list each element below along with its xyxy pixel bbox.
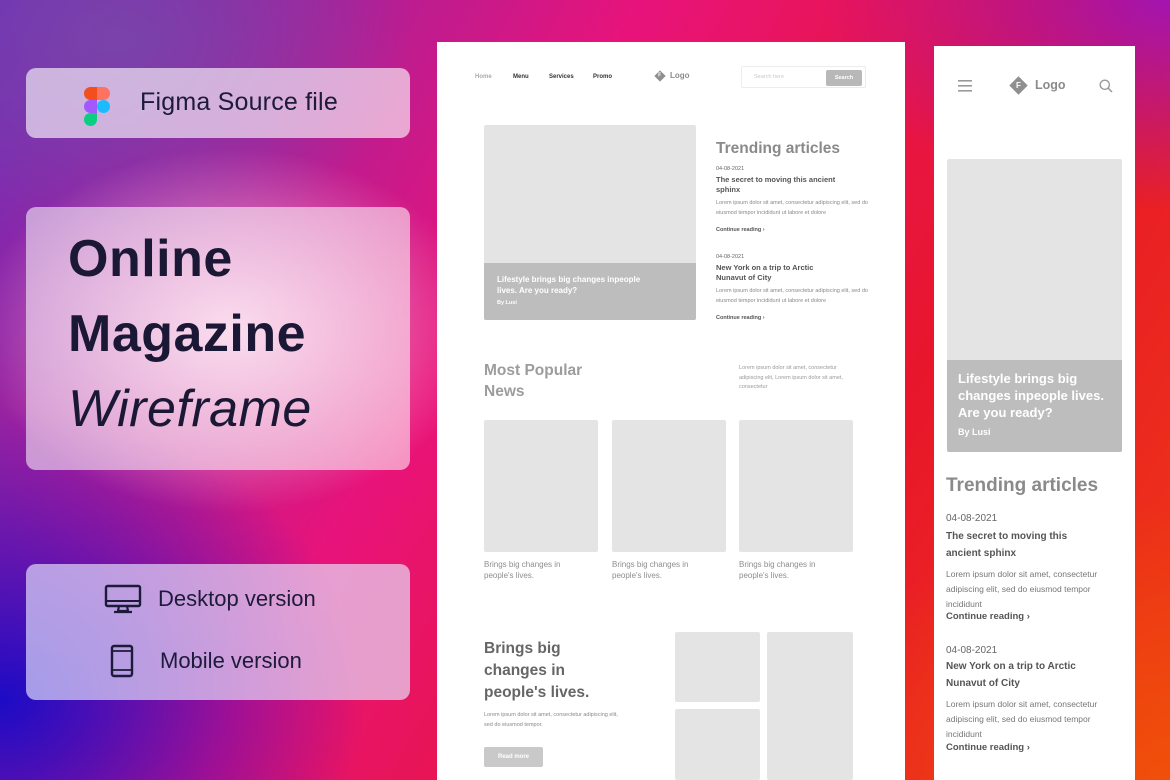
chevron-right-icon: › [1026,742,1030,753]
hero-title: Lifestyle brings big changes inpeople li… [497,275,641,295]
nav-services[interactable]: Services [549,74,574,80]
figma-icon [84,87,110,126]
title-line-wireframe: Wireframe [68,380,312,438]
search-input[interactable]: Search here [754,74,784,80]
mobile-logo[interactable]: F Logo [1009,75,1066,95]
bottom-description: Lorem ipsum dolor sit amet, consectetur … [484,712,618,728]
desktop-icon [104,584,142,614]
trending-title: Trending articles [716,140,841,157]
article-title[interactable]: New York on a trip to Arctic Nunavut of … [716,263,836,283]
read-more-button[interactable]: Read more [484,747,543,767]
bottom-title: Brings big changes in people's lives. [484,640,590,701]
logo-diamond-icon: F [1009,75,1028,95]
continue-reading-link[interactable]: Continue reading › [716,227,765,233]
mobile-icon [110,644,134,678]
search-button[interactable]: Search [826,70,862,86]
hero-image[interactable]: Lifestyle brings big changes inpeople li… [484,125,696,320]
mobile-article-title[interactable]: New York on a trip to Arctic Nunavut of … [946,658,1096,692]
desktop-version-row: Desktop version [104,584,316,614]
continue-reading-link[interactable]: Continue reading › [716,315,765,321]
gallery-image[interactable] [675,709,760,780]
desktop-logo-text: Logo [670,71,690,80]
desktop-version-label: Desktop version [158,586,316,611]
article-date: 04-08-2021 [716,166,745,172]
figma-source-label: Figma Source file [140,88,338,116]
mobile-hero-title: Lifestyle brings big changes inpeople li… [958,371,1104,420]
news-card-image[interactable] [484,420,598,552]
mobile-version-row: Mobile version [104,644,302,678]
mobile-hero-overlay: Lifestyle brings big changes inpeople li… [947,360,1122,452]
mobile-article-title[interactable]: The secret to moving this ancient sphinx [946,528,1086,562]
title-line-online: Online [68,230,233,288]
logo-diamond-icon: F [654,69,666,82]
mobile-article-date: 04-08-2021 [946,645,998,656]
article-excerpt: Lorem ipsum dolor sit amet, consectetur … [716,200,868,216]
mobile-hero-image[interactable]: Lifestyle brings big changes inpeople li… [947,159,1122,452]
mobile-logo-text: Logo [1035,78,1066,92]
title-line-magazine: Magazine [68,305,307,363]
search-icon[interactable] [1099,79,1113,93]
article-excerpt: Lorem ipsum dolor sit amet, consectetur … [716,288,868,304]
gallery-image[interactable] [767,632,853,780]
news-card-caption: Brings big changes in people's lives. [484,560,561,580]
versions-card: Desktop version Mobile version [26,564,410,700]
article-title[interactable]: The secret to moving this ancient sphinx [716,175,836,195]
mobile-article-excerpt: Lorem ipsum dolor sit amet, consectetur … [946,569,1098,609]
popular-description: Lorem ipsum dolor sit amet, consectetur … [739,365,843,390]
news-card-caption: Brings big changes in people's lives. [739,560,816,580]
article-date: 04-08-2021 [716,254,745,260]
popular-title: Most Popular News [484,362,583,400]
nav-promo[interactable]: Promo [593,74,612,80]
mobile-continue-reading-link[interactable]: Continue reading › [946,742,1030,753]
news-card-image[interactable] [739,420,853,552]
mobile-wireframe: F Logo Lifestyle brings big changes inpe… [934,46,1135,780]
desktop-wireframe: Home Menu Services Promo F Logo Search h… [437,42,905,780]
chevron-right-icon: › [1026,611,1030,622]
chevron-right-icon: › [762,315,765,321]
nav-home[interactable]: Home [475,74,492,80]
nav-menu[interactable]: Menu [513,74,529,80]
mobile-version-label: Mobile version [160,648,302,673]
hero-byline: By Lusi [497,300,517,306]
hero-overlay: Lifestyle brings big changes inpeople li… [484,263,696,320]
gallery-image[interactable] [675,632,760,702]
mobile-article-date: 04-08-2021 [946,513,998,524]
mobile-hero-byline: By Lusi [958,427,991,437]
desktop-logo[interactable]: F Logo [654,69,690,82]
desktop-search: Search here Search [741,66,866,88]
title-card: Online Magazine Wireframe [26,207,410,470]
mobile-continue-reading-link[interactable]: Continue reading › [946,611,1030,622]
figma-source-card: Figma Source file [26,68,410,138]
mobile-article-excerpt: Lorem ipsum dolor sit amet, consectetur … [946,699,1098,739]
news-card-caption: Brings big changes in people's lives. [612,560,689,580]
hamburger-menu-icon[interactable] [958,80,972,92]
chevron-right-icon: › [762,227,765,233]
news-card-image[interactable] [612,420,726,552]
mobile-trending-title: Trending articles [946,475,1099,496]
